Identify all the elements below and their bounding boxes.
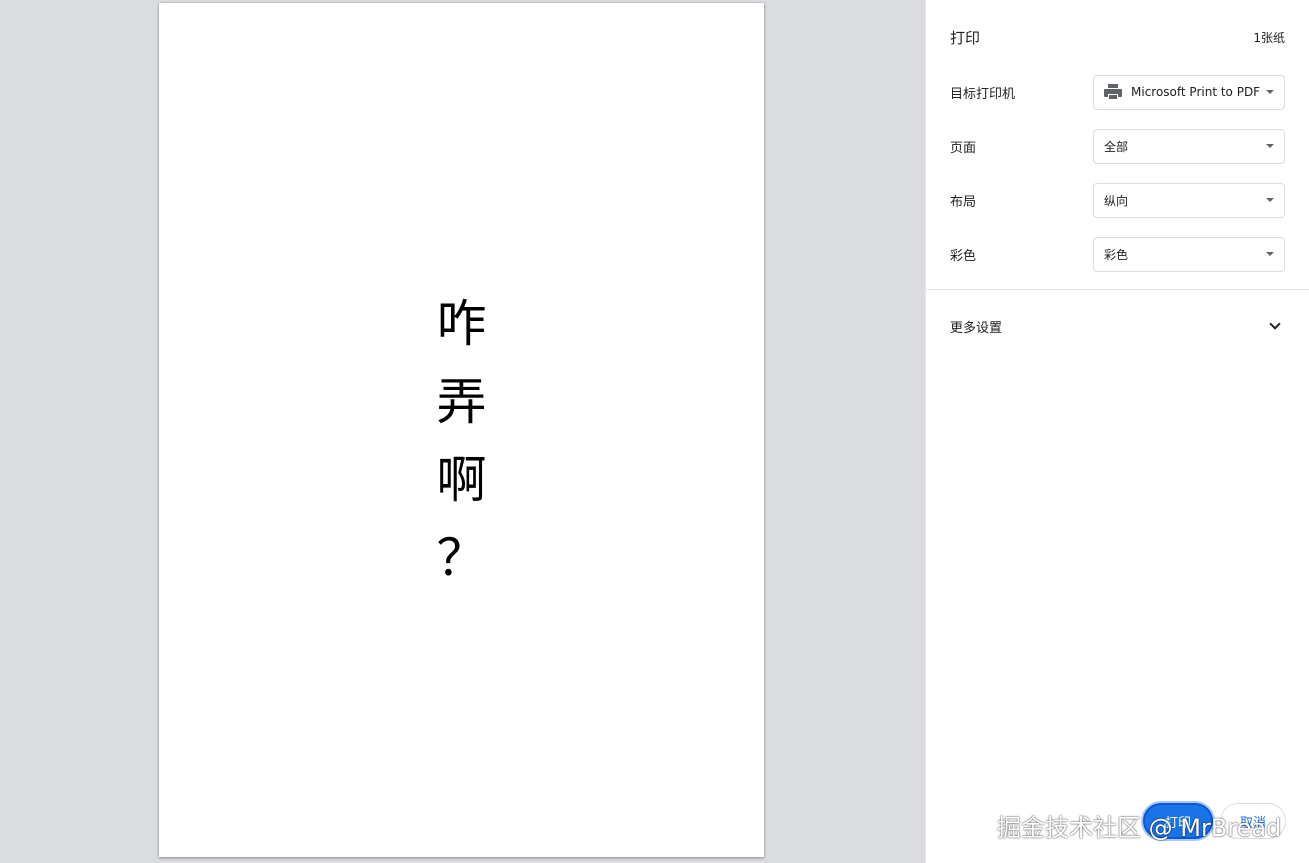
color-label: 彩色	[950, 248, 977, 264]
layout-label: 布局	[950, 194, 977, 210]
page-char: 咋	[436, 295, 487, 353]
page-char: 弄	[436, 373, 487, 431]
layout-select[interactable]: 纵向	[1093, 182, 1285, 218]
chevron-down-icon	[1269, 318, 1281, 330]
pages-value: 全部	[1104, 139, 1129, 154]
sidebar-header: 打印 1张纸	[950, 26, 1285, 48]
cancel-button[interactable]: 取消	[1220, 803, 1286, 839]
more-settings-label: 更多设置	[950, 320, 1003, 336]
print-preview-area: 咋 弄 啊 ？	[0, 0, 925, 863]
more-settings-toggle[interactable]: 更多设置	[950, 314, 1285, 338]
destination-select[interactable]: Microsoft Print to PDF	[1093, 74, 1285, 110]
layout-value: 纵向	[1104, 193, 1129, 208]
sheet-count: 1张纸	[1253, 30, 1285, 45]
print-settings-sidebar: 打印 1张纸 目标打印机 Microsoft Print to PDF 页面 全…	[925, 0, 1309, 863]
section-divider	[926, 289, 1309, 290]
printer-icon	[1104, 84, 1122, 100]
pages-select[interactable]: 全部	[1093, 128, 1285, 164]
destination-value: Microsoft Print to PDF	[1131, 85, 1260, 99]
dropdown-caret-icon	[1266, 252, 1274, 256]
print-title: 打印	[950, 28, 981, 47]
print-button[interactable]: 打印	[1143, 803, 1213, 839]
dropdown-caret-icon	[1266, 198, 1274, 202]
page-content: 咋 弄 啊 ？	[159, 285, 764, 597]
color-select[interactable]: 彩色	[1093, 236, 1285, 272]
setting-row-pages: 页面 全部	[950, 128, 1285, 164]
color-value: 彩色	[1104, 247, 1129, 262]
page-char: 啊	[436, 451, 487, 509]
dropdown-caret-icon	[1266, 144, 1274, 148]
setting-row-layout: 布局 纵向	[950, 182, 1285, 218]
setting-row-destination: 目标打印机 Microsoft Print to PDF	[950, 74, 1285, 110]
pages-label: 页面	[950, 140, 977, 156]
setting-row-color: 彩色 彩色	[950, 236, 1285, 272]
preview-page: 咋 弄 啊 ？	[159, 3, 764, 857]
dropdown-caret-icon	[1266, 90, 1274, 94]
destination-label: 目标打印机	[950, 86, 1016, 102]
page-char: ？	[436, 529, 487, 587]
